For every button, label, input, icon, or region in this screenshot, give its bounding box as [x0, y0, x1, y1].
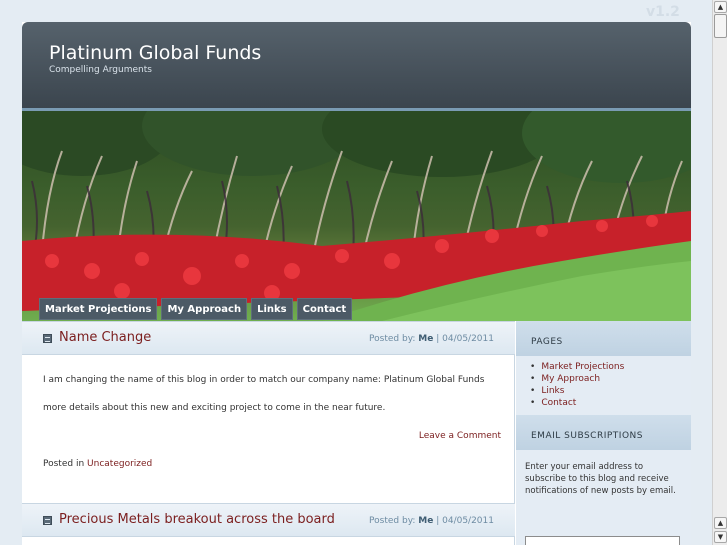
scroll-up-icon[interactable]: ▲ [714, 1, 727, 13]
nav-links[interactable]: Links [251, 298, 293, 320]
post-header: Name Change Posted by: Me | 04/05/2011 [22, 321, 515, 355]
scroll-down-icon[interactable]: ▼ [714, 531, 727, 543]
theme-version: v1.2 [646, 4, 680, 20]
main-nav: Market Projections My Approach Links Con… [39, 298, 353, 320]
site-tagline: Compelling Arguments [49, 65, 152, 75]
sidebar-page-contact[interactable]: Contact [530, 397, 624, 409]
post-icon [43, 334, 52, 343]
post-author[interactable]: Me [418, 334, 433, 344]
post-header: Precious Metals breakout across the boar… [22, 503, 515, 537]
sidebar-page-market-projections[interactable]: Market Projections [530, 361, 624, 373]
post-date: | 04/05/2011 [436, 516, 494, 526]
post-title[interactable]: Precious Metals breakout across the boar… [59, 512, 335, 527]
posted-in-label: Posted in [43, 459, 85, 469]
email-input[interactable] [525, 536, 680, 545]
nav-my-approach[interactable]: My Approach [161, 298, 248, 320]
post-meta: Posted by: Me | 04/05/2011 [369, 334, 494, 344]
email-subscription-text: Enter your email address to subscribe to… [525, 462, 676, 496]
post-paragraph: I am changing the name of this blog in o… [43, 375, 485, 385]
header-banner-image [22, 111, 691, 321]
sidebar: PAGES Market Projections My Approach Lin… [516, 321, 691, 545]
pages-list: Market Projections My Approach Links Con… [530, 361, 624, 409]
nav-market-projections[interactable]: Market Projections [39, 298, 158, 320]
nav-contact[interactable]: Contact [296, 298, 353, 320]
site-title[interactable]: Platinum Global Funds [49, 42, 261, 64]
main-content: Name Change Posted by: Me | 04/05/2011 I… [22, 321, 515, 545]
posted-by-label: Posted by: [369, 516, 416, 526]
posted-by-label: Posted by: [369, 334, 416, 344]
garden-image [22, 111, 691, 321]
sidebar-page-links[interactable]: Links [530, 385, 624, 397]
sidebar-page-my-approach[interactable]: My Approach [530, 373, 624, 385]
posted-in: Posted in Uncategorized [43, 459, 152, 469]
scroll-thumb[interactable] [714, 14, 727, 38]
post-title[interactable]: Name Change [59, 330, 151, 345]
scroll-up-icon[interactable]: ▲ [714, 517, 727, 529]
post-paragraph: more details about this new and exciting… [43, 403, 386, 413]
category-link[interactable]: Uncategorized [87, 459, 152, 469]
leave-comment-link[interactable]: Leave a Comment [419, 431, 501, 441]
email-subscriptions-heading: EMAIL SUBSCRIPTIONS [516, 415, 691, 450]
page-container: Platinum Global Funds Compelling Argumen… [22, 22, 691, 545]
post-icon [43, 516, 52, 525]
vertical-scrollbar[interactable]: ▲ ▲ ▼ [712, 0, 727, 545]
post-meta: Posted by: Me | 04/05/2011 [369, 516, 494, 526]
site-header: Platinum Global Funds Compelling Argumen… [22, 22, 691, 111]
pages-heading: PAGES [516, 321, 691, 356]
post-author[interactable]: Me [418, 516, 433, 526]
post-date: | 04/05/2011 [436, 334, 494, 344]
